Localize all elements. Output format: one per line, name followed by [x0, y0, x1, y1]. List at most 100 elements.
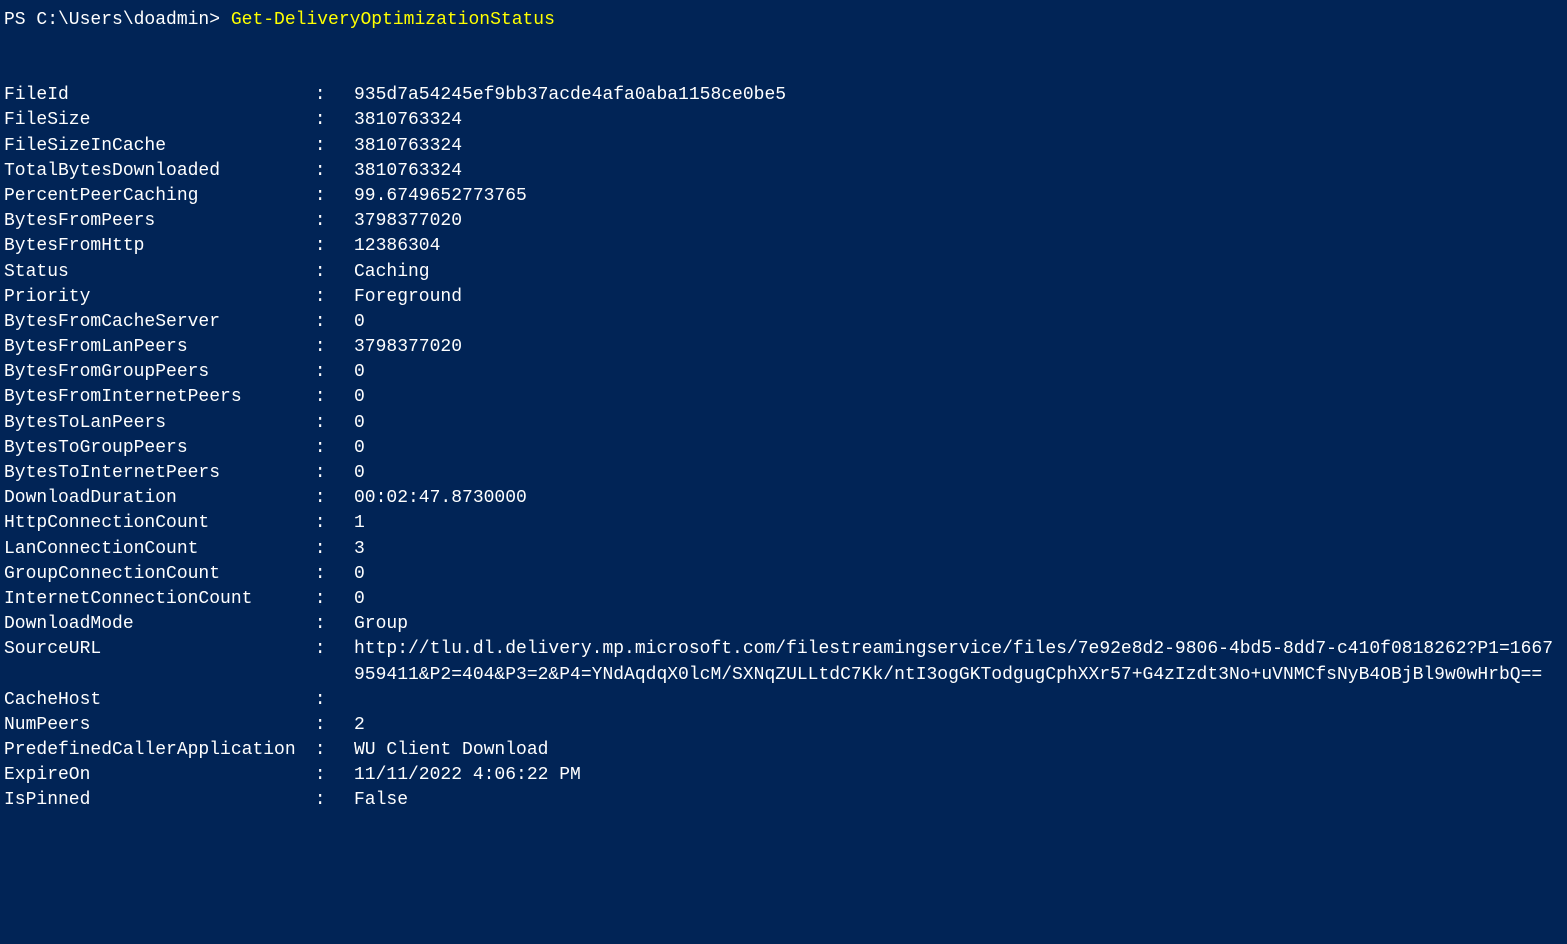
output-key: Status	[4, 260, 304, 285]
output-key: BytesFromHttp	[4, 234, 304, 259]
output-row: InternetConnectionCount : 0	[4, 587, 1563, 612]
output-separator: :	[304, 738, 354, 763]
output-separator: :	[304, 436, 354, 461]
output-separator: :	[304, 587, 354, 612]
output-key: FileSizeInCache	[4, 134, 304, 159]
output-row: BytesToGroupPeers : 0	[4, 436, 1563, 461]
output-key: FileSize	[4, 108, 304, 133]
output-key: LanConnectionCount	[4, 537, 304, 562]
output-row: FileSizeInCache : 3810763324	[4, 134, 1563, 159]
output-separator: :	[304, 788, 354, 813]
output-value: 0	[354, 385, 1563, 410]
output-value: 0	[354, 461, 1563, 486]
output-separator: :	[304, 461, 354, 486]
output-separator: :	[304, 209, 354, 234]
terminal-output: FileId : 935d7a54245ef9bb37acde4afa0aba1…	[4, 83, 1563, 813]
output-key: BytesToLanPeers	[4, 411, 304, 436]
output-separator: :	[304, 184, 354, 209]
output-key: Priority	[4, 285, 304, 310]
output-key: NumPeers	[4, 713, 304, 738]
output-separator: :	[304, 159, 354, 184]
output-row: GroupConnectionCount : 0	[4, 562, 1563, 587]
terminal-prompt-line[interactable]: PS C:\Users\doadmin> Get-DeliveryOptimiz…	[4, 8, 1563, 33]
output-row: Priority : Foreground	[4, 285, 1563, 310]
output-row: DownloadDuration : 00:02:47.8730000	[4, 486, 1563, 511]
output-separator: :	[304, 688, 354, 713]
output-row: LanConnectionCount : 3	[4, 537, 1563, 562]
output-separator: :	[304, 486, 354, 511]
output-key: BytesFromInternetPeers	[4, 385, 304, 410]
output-value: http://tlu.dl.delivery.mp.microsoft.com/…	[354, 637, 1563, 687]
output-value: 3810763324	[354, 134, 1563, 159]
output-row: NumPeers : 2	[4, 713, 1563, 738]
output-key: DownloadMode	[4, 612, 304, 637]
output-separator: :	[304, 260, 354, 285]
output-value: Group	[354, 612, 1563, 637]
output-row: HttpConnectionCount : 1	[4, 511, 1563, 536]
output-row: BytesToLanPeers : 0	[4, 411, 1563, 436]
prompt-command: Get-DeliveryOptimizationStatus	[231, 10, 555, 30]
output-row: PredefinedCallerApplication : WU Client …	[4, 738, 1563, 763]
output-value: 11/11/2022 4:06:22 PM	[354, 763, 1563, 788]
output-row: BytesFromLanPeers : 3798377020	[4, 335, 1563, 360]
output-separator: :	[304, 612, 354, 637]
output-key: HttpConnectionCount	[4, 511, 304, 536]
output-key: PercentPeerCaching	[4, 184, 304, 209]
output-key: IsPinned	[4, 788, 304, 813]
output-key: TotalBytesDownloaded	[4, 159, 304, 184]
output-key: InternetConnectionCount	[4, 587, 304, 612]
output-separator: :	[304, 385, 354, 410]
output-value: 0	[354, 562, 1563, 587]
output-value: 3810763324	[354, 108, 1563, 133]
output-value: 2	[354, 713, 1563, 738]
output-key: PredefinedCallerApplication	[4, 738, 304, 763]
output-value: 1	[354, 511, 1563, 536]
output-row: BytesFromHttp : 12386304	[4, 234, 1563, 259]
output-key: DownloadDuration	[4, 486, 304, 511]
output-row: BytesFromInternetPeers : 0	[4, 385, 1563, 410]
output-separator: :	[304, 763, 354, 788]
output-value: False	[354, 788, 1563, 813]
output-key: SourceURL	[4, 637, 304, 687]
output-separator: :	[304, 637, 354, 687]
output-separator: :	[304, 310, 354, 335]
output-value: 0	[354, 587, 1563, 612]
output-separator: :	[304, 411, 354, 436]
output-value: 3798377020	[354, 335, 1563, 360]
output-value: 99.6749652773765	[354, 184, 1563, 209]
output-separator: :	[304, 511, 354, 536]
output-key: BytesToInternetPeers	[4, 461, 304, 486]
output-value: 3	[354, 537, 1563, 562]
output-key: BytesFromLanPeers	[4, 335, 304, 360]
output-key: FileId	[4, 83, 304, 108]
output-key: BytesFromGroupPeers	[4, 360, 304, 385]
output-separator: :	[304, 108, 354, 133]
output-row: FileSize : 3810763324	[4, 108, 1563, 133]
output-value: 0	[354, 310, 1563, 335]
output-separator: :	[304, 360, 354, 385]
output-value: 935d7a54245ef9bb37acde4afa0aba1158ce0be5	[354, 83, 1563, 108]
output-key: ExpireOn	[4, 763, 304, 788]
output-value: WU Client Download	[354, 738, 1563, 763]
output-separator: :	[304, 285, 354, 310]
output-row: Status : Caching	[4, 260, 1563, 285]
output-row: CacheHost :	[4, 688, 1563, 713]
output-row: BytesFromGroupPeers : 0	[4, 360, 1563, 385]
output-row: PercentPeerCaching : 99.6749652773765	[4, 184, 1563, 209]
output-key: BytesToGroupPeers	[4, 436, 304, 461]
output-row: SourceURL : http://tlu.dl.delivery.mp.mi…	[4, 637, 1563, 687]
output-value: 0	[354, 360, 1563, 385]
output-row: FileId : 935d7a54245ef9bb37acde4afa0aba1…	[4, 83, 1563, 108]
output-row: BytesFromCacheServer : 0	[4, 310, 1563, 335]
output-key: BytesFromPeers	[4, 209, 304, 234]
prompt-prefix: PS C:\Users\doadmin>	[4, 10, 231, 30]
output-value: 00:02:47.8730000	[354, 486, 1563, 511]
output-key: BytesFromCacheServer	[4, 310, 304, 335]
output-key: GroupConnectionCount	[4, 562, 304, 587]
output-row: ExpireOn : 11/11/2022 4:06:22 PM	[4, 763, 1563, 788]
output-value: Caching	[354, 260, 1563, 285]
output-key: CacheHost	[4, 688, 304, 713]
output-separator: :	[304, 134, 354, 159]
output-value: Foreground	[354, 285, 1563, 310]
output-value: 0	[354, 411, 1563, 436]
